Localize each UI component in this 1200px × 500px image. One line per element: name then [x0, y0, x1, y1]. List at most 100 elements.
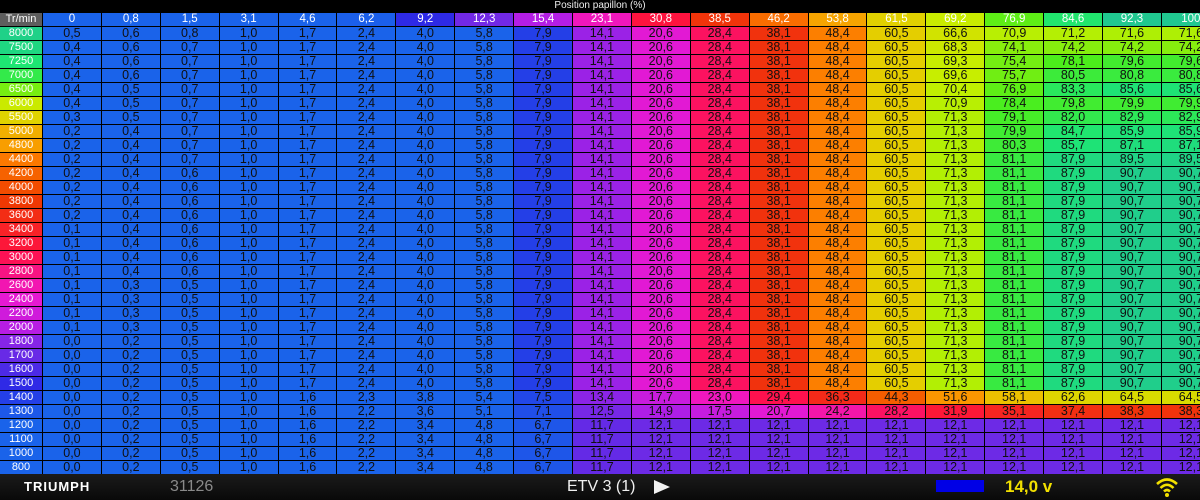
map-cell[interactable]: 7,9 [513, 250, 574, 265]
map-cell[interactable]: 78,1 [1043, 54, 1104, 69]
map-cell[interactable]: 7,9 [513, 82, 574, 97]
map-cell[interactable]: 28,2 [866, 404, 927, 419]
map-cell[interactable]: 38,1 [749, 362, 809, 377]
map-cell[interactable]: 79,8 [1043, 96, 1104, 111]
map-cell[interactable]: 1,7 [278, 40, 338, 55]
map-cell[interactable]: 5,8 [454, 348, 515, 363]
map-cell[interactable]: 12,1 [690, 432, 750, 447]
map-cell[interactable]: 84,7 [1043, 124, 1104, 139]
map-cell[interactable]: 4,0 [395, 152, 456, 167]
map-cell[interactable]: 71,3 [925, 376, 986, 391]
map-cell[interactable]: 0,3 [101, 306, 161, 321]
map-cell[interactable]: 60,5 [866, 152, 927, 167]
map-cell[interactable]: 1,0 [219, 390, 279, 405]
map-cell[interactable]: 0,7 [160, 124, 220, 139]
map-cell[interactable]: 7,9 [513, 236, 574, 251]
map-cell[interactable]: 60,5 [866, 110, 927, 125]
map-cell[interactable]: 0,5 [160, 418, 220, 433]
map-cell[interactable]: 1,7 [278, 236, 338, 251]
map-cell[interactable]: 71,3 [925, 110, 986, 125]
map-cell[interactable]: 38,3 [1102, 404, 1162, 419]
map-cell[interactable]: 0,2 [42, 208, 102, 223]
map-cell[interactable]: 1,7 [278, 208, 338, 223]
throttle-axis-cell[interactable]: 69,2 [925, 12, 986, 27]
map-cell[interactable]: 1,6 [278, 390, 338, 405]
map-cell[interactable]: 0,0 [42, 460, 102, 474]
map-cell[interactable]: 3,4 [395, 460, 456, 474]
map-cell[interactable]: 38,1 [749, 264, 809, 279]
map-cell[interactable]: 1,7 [278, 124, 338, 139]
map-cell[interactable]: 0,5 [160, 334, 220, 349]
map-cell[interactable]: 0,5 [101, 96, 161, 111]
map-cell[interactable]: 0,3 [42, 110, 102, 125]
map-cell[interactable]: 28,4 [690, 82, 750, 97]
map-cell[interactable]: 2,2 [336, 432, 397, 447]
map-cell[interactable]: 90,7 [1161, 320, 1200, 335]
map-cell[interactable]: 1,7 [278, 180, 338, 195]
map-cell[interactable]: 3,4 [395, 446, 456, 461]
map-cell[interactable]: 28,4 [690, 320, 750, 335]
map-cell[interactable]: 38,3 [1161, 404, 1200, 419]
map-cell[interactable]: 1,0 [219, 222, 279, 237]
map-cell[interactable]: 48,4 [808, 40, 868, 55]
map-cell[interactable]: 90,7 [1102, 334, 1162, 349]
map-cell[interactable]: 4,0 [395, 250, 456, 265]
map-cell[interactable]: 20,6 [631, 138, 691, 153]
map-cell[interactable]: 28,4 [690, 236, 750, 251]
rpm-axis-cell[interactable]: 800 [0, 460, 43, 474]
map-cell[interactable]: 78,4 [984, 96, 1045, 111]
map-cell[interactable]: 79,9 [1102, 96, 1162, 111]
map-cell[interactable]: 12,1 [1102, 432, 1162, 447]
map-cell[interactable]: 70,4 [925, 82, 986, 97]
map-cell[interactable]: 38,1 [749, 222, 809, 237]
map-cell[interactable]: 14,1 [572, 348, 632, 363]
map-cell[interactable]: 2,4 [336, 320, 397, 335]
map-cell[interactable]: 2,4 [336, 26, 397, 41]
map-cell[interactable]: 0,0 [42, 362, 102, 377]
map-cell[interactable]: 0,2 [42, 194, 102, 209]
rpm-axis-cell[interactable]: 3400 [0, 222, 43, 237]
map-cell[interactable]: 14,1 [572, 208, 632, 223]
map-cell[interactable]: 11,7 [572, 446, 632, 461]
map-cell[interactable]: 2,4 [336, 110, 397, 125]
map-cell[interactable]: 2,2 [336, 418, 397, 433]
map-cell[interactable]: 0,1 [42, 264, 102, 279]
map-cell[interactable]: 0,6 [160, 236, 220, 251]
map-cell[interactable]: 60,5 [866, 138, 927, 153]
map-cell[interactable]: 6,7 [513, 446, 574, 461]
throttle-axis-cell[interactable]: 53,8 [808, 12, 868, 27]
map-cell[interactable]: 0,4 [101, 250, 161, 265]
map-cell[interactable]: 5,8 [454, 96, 515, 111]
map-cell[interactable]: 4,0 [395, 40, 456, 55]
map-cell[interactable]: 71,6 [1102, 26, 1162, 41]
rpm-axis-cell[interactable]: 4000 [0, 180, 43, 195]
map-cell[interactable]: 4,0 [395, 166, 456, 181]
map-cell[interactable]: 5,8 [454, 222, 515, 237]
map-cell[interactable]: 90,7 [1102, 278, 1162, 293]
map-cell[interactable]: 4,0 [395, 306, 456, 321]
map-cell[interactable]: 29,4 [749, 390, 809, 405]
map-cell[interactable]: 20,6 [631, 180, 691, 195]
map-cell[interactable]: 85,6 [1161, 82, 1200, 97]
map-cell[interactable]: 1,0 [219, 404, 279, 419]
map-cell[interactable]: 60,5 [866, 124, 927, 139]
map-cell[interactable]: 20,6 [631, 278, 691, 293]
map-cell[interactable]: 90,7 [1102, 264, 1162, 279]
map-cell[interactable]: 48,4 [808, 110, 868, 125]
map-cell[interactable]: 28,4 [690, 348, 750, 363]
map-cell[interactable]: 85,7 [1043, 138, 1104, 153]
rpm-axis-cell[interactable]: 8000 [0, 26, 43, 41]
map-cell[interactable]: 5,8 [454, 306, 515, 321]
map-cell[interactable]: 31,9 [925, 404, 986, 419]
map-cell[interactable]: 38,1 [749, 320, 809, 335]
map-cell[interactable]: 14,1 [572, 110, 632, 125]
throttle-axis-cell[interactable]: 0 [42, 12, 102, 27]
map-cell[interactable]: 81,1 [984, 222, 1045, 237]
map-cell[interactable]: 12,1 [1102, 418, 1162, 433]
map-cell[interactable]: 48,4 [808, 96, 868, 111]
map-cell[interactable]: 0,5 [160, 404, 220, 419]
map-cell[interactable]: 0,6 [160, 250, 220, 265]
map-cell[interactable]: 81,1 [984, 306, 1045, 321]
map-cell[interactable]: 0,0 [42, 390, 102, 405]
map-cell[interactable]: 7,9 [513, 124, 574, 139]
